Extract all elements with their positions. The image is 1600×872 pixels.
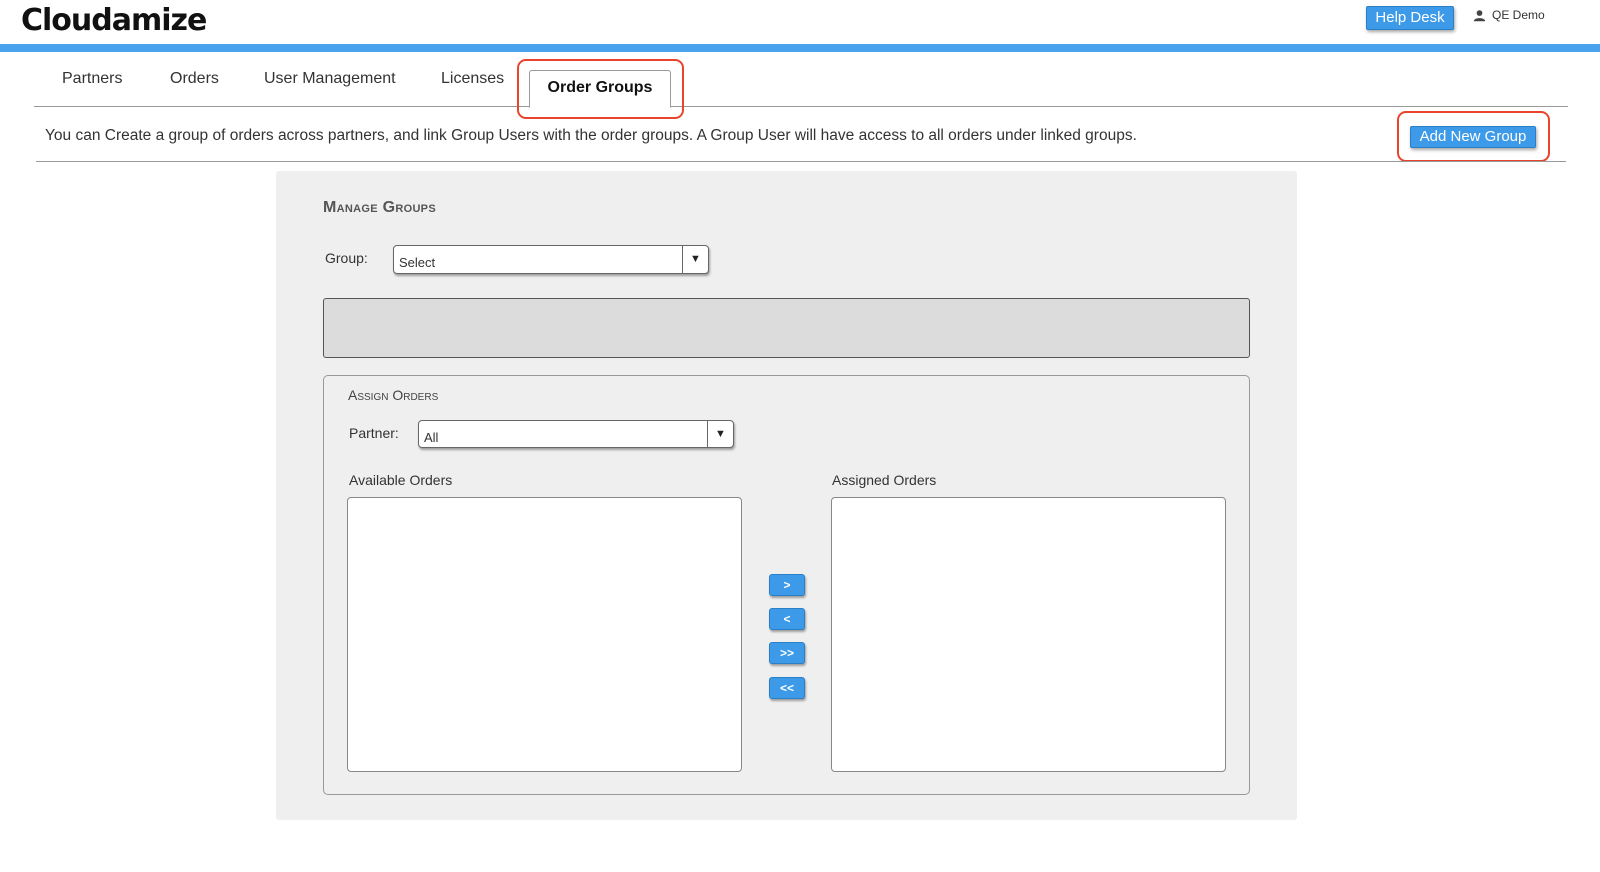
assign-orders-title: Assign Orders (348, 387, 439, 403)
move-left-button[interactable]: < (769, 608, 805, 630)
group-details-area (323, 298, 1250, 358)
cloudamize-logo[interactable]: Cloudamize ™ (21, 0, 213, 38)
tab-orders[interactable]: Orders (170, 70, 219, 88)
help-desk-button[interactable]: Help Desk (1366, 6, 1454, 30)
main-tabs: Partners Orders User Management Licenses… (34, 60, 1568, 108)
partner-label: Partner: (349, 425, 399, 441)
tab-user-management[interactable]: User Management (264, 70, 396, 88)
user-name: QE Demo (1492, 8, 1545, 22)
panel-title: Manage Groups (323, 199, 436, 216)
order-groups-description: You can Create a group of orders across … (45, 127, 1137, 144)
logo-trademark: ™ (207, 0, 213, 1)
available-orders-list[interactable] (347, 497, 742, 772)
annotation-highlight-tab (517, 59, 684, 119)
dropdown-arrow-icon: ▼ (682, 246, 708, 273)
manage-groups-panel: Manage Groups Group: Select ▼ Assign Ord… (276, 171, 1297, 820)
header-accent-bar (0, 44, 1600, 52)
available-orders-label: Available Orders (349, 472, 453, 488)
group-select-value: Select (399, 255, 436, 270)
app-header: Cloudamize ™ Help Desk QE Demo (0, 0, 1600, 44)
tab-licenses[interactable]: Licenses (441, 70, 504, 88)
annotation-highlight-add-button (1397, 111, 1550, 162)
move-right-button[interactable]: > (769, 574, 805, 596)
group-select[interactable]: Select ▼ (393, 245, 709, 274)
partner-select[interactable]: All ▼ (418, 420, 734, 448)
user-icon (1473, 9, 1486, 21)
move-all-right-button[interactable]: >> (769, 642, 805, 664)
move-all-left-button[interactable]: << (769, 677, 805, 699)
section-divider (36, 161, 1566, 162)
tab-partners[interactable]: Partners (62, 70, 122, 88)
assign-orders-section: Assign Orders Partner: All ▼ Available O… (323, 375, 1250, 795)
assigned-orders-label: Assigned Orders (832, 472, 937, 488)
user-menu[interactable]: QE Demo (1473, 8, 1545, 22)
partner-select-value: All (424, 430, 439, 445)
logo-text: Cloudamize (21, 3, 207, 38)
assigned-orders-list[interactable] (831, 497, 1226, 772)
group-label: Group: (325, 250, 368, 266)
dropdown-arrow-icon: ▼ (707, 421, 733, 447)
